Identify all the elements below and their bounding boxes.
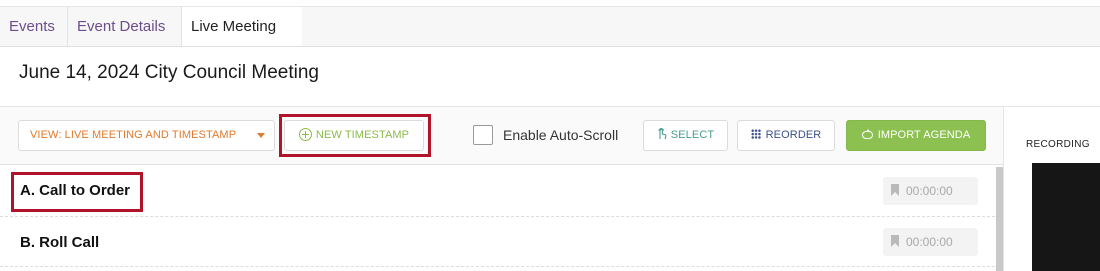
- auto-scroll-label: Enable Auto-Scroll: [503, 127, 619, 143]
- scrollbar[interactable]: [996, 167, 1003, 271]
- reorder-label: REORDER: [765, 129, 822, 141]
- recording-label: RECORDING: [1026, 139, 1090, 150]
- auto-scroll-checkbox[interactable]: [473, 125, 493, 145]
- reorder-button[interactable]: REORDER: [737, 120, 835, 151]
- agenda-item[interactable]: B. Roll Call 00:00:00: [0, 217, 995, 267]
- select-label: SELECT: [670, 129, 715, 141]
- bookmark-icon: [891, 184, 899, 196]
- breadcrumb-live-meeting: Live Meeting: [182, 7, 302, 46]
- grid-icon: [750, 129, 761, 139]
- view-mode-dropdown[interactable]: VIEW: LIVE MEETING AND TIMESTAMP: [18, 120, 275, 151]
- select-button[interactable]: SELECT: [643, 120, 728, 151]
- cloud-upload-icon: [861, 129, 873, 139]
- highlight-call-to-order: [11, 172, 143, 212]
- view-mode-label: VIEW: LIVE MEETING AND TIMESTAMP: [30, 129, 237, 141]
- column-divider: [1003, 107, 1004, 271]
- timestamp-field[interactable]: 00:00:00: [883, 228, 978, 256]
- import-agenda-button[interactable]: IMPORT AGENDA: [846, 120, 986, 151]
- breadcrumb: Events Event Details Live Meeting: [0, 6, 1100, 47]
- breadcrumb-event-details[interactable]: Event Details: [68, 7, 182, 46]
- timestamp-field[interactable]: 00:00:00: [883, 177, 978, 205]
- breadcrumb-events[interactable]: Events: [0, 7, 68, 46]
- touch-icon: [657, 123, 667, 152]
- highlight-new-timestamp: [279, 114, 431, 157]
- timestamp-value: 00:00:00: [906, 235, 953, 249]
- bookmark-icon: [891, 235, 899, 247]
- page-title: June 14, 2024 City Council Meeting: [19, 62, 319, 83]
- timestamp-value: 00:00:00: [906, 184, 953, 198]
- agenda-item[interactable]: A. Call to Order 00:00:00: [0, 167, 995, 217]
- video-player[interactable]: [1032, 163, 1100, 271]
- import-agenda-label: IMPORT AGENDA: [877, 129, 971, 141]
- caret-down-icon: [257, 133, 265, 138]
- agenda-item-label: B. Roll Call: [20, 234, 100, 251]
